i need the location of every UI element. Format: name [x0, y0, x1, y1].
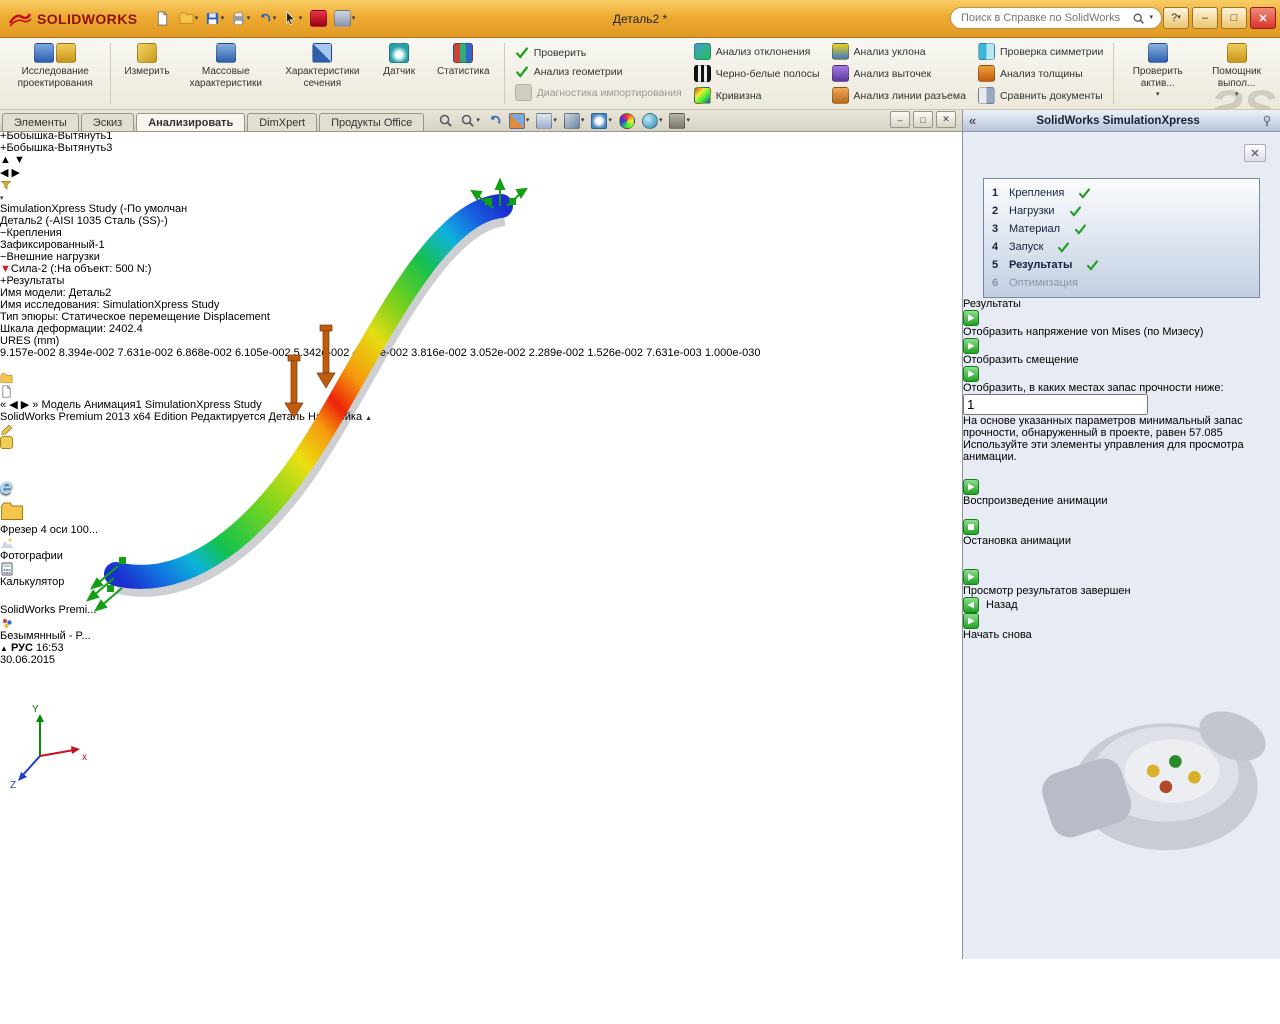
fos-threshold-input[interactable]: [963, 394, 1148, 415]
wizard-steps-list: 1 Крепления 2 Нагрузки 3 Материал 4 Запуск 5…: [983, 178, 1260, 298]
compare-documents-button[interactable]: Сравнить документы: [977, 87, 1103, 104]
check-active-icon: [1147, 43, 1168, 63]
show-von-mises-link[interactable]: Отобразить напряжение von Mises (по Мизе…: [963, 310, 1280, 338]
pushpin-icon[interactable]: [1260, 114, 1274, 128]
close-button[interactable]: ✕: [1250, 7, 1276, 29]
step-material[interactable]: 3 Материал: [992, 220, 1251, 238]
stop-icon: [963, 519, 979, 535]
caret-icon: ▾: [1177, 14, 1181, 21]
doc-close-button[interactable]: ✕: [936, 111, 956, 128]
results-pane-body: Результаты Отобразить напряжение von Mis…: [963, 298, 1280, 641]
search-icon: [1132, 12, 1145, 25]
minimize-icon: –: [1201, 12, 1209, 24]
play-icon: [963, 479, 979, 495]
document-window-controls: – □ ✕: [890, 111, 962, 131]
green-arrow-icon: [963, 569, 979, 585]
analysis-advisor-icon: [1226, 43, 1247, 63]
window-controls: ? ▾ – □ ✕: [1163, 7, 1276, 29]
check-active-document-button[interactable]: Проверить актив... ▾: [1118, 41, 1197, 106]
search-caret-icon: ▾: [1149, 14, 1153, 21]
thickness-analysis-button[interactable]: Анализ толщины: [977, 65, 1103, 82]
triad-x-label: x: [82, 752, 87, 763]
show-displacement-link[interactable]: Отобразить смещение: [963, 338, 1280, 366]
restart-button[interactable]: Начать снова: [963, 613, 1280, 641]
step-complete-check-icon: [1078, 187, 1091, 200]
show-factor-of-safety-row[interactable]: Отобразить, в каких местах запас прочнос…: [963, 366, 1280, 415]
play-animation-button[interactable]: Воспроизведение анимации: [963, 479, 1280, 507]
simulationxpress-task-pane: « SolidWorks SimulationXpress ✕ 1 Креплен…: [962, 110, 1280, 959]
draft-analysis-button[interactable]: Анализ уклона: [831, 43, 966, 60]
solidworks-window: SOLIDWORKS ▾ ▾ ▾ ▾ ▾ ▾ Деталь2 * ▾ ?▾ – …: [0, 0, 1280, 1024]
caret-icon: ▾: [1155, 91, 1160, 98]
step-complete-check-icon: [1069, 205, 1082, 218]
back-arrow-icon: [963, 597, 979, 613]
help-search-input[interactable]: [959, 11, 1129, 25]
undercut-analysis-icon: [831, 65, 849, 82]
green-arrow-icon: [963, 366, 979, 382]
triad-z-label: Z: [10, 780, 16, 791]
doc-restore-button[interactable]: □: [913, 111, 933, 128]
compare-documents-icon: [977, 87, 995, 104]
step-loads[interactable]: 2 Нагрузки: [992, 202, 1251, 220]
step-complete-check-icon: [1057, 241, 1070, 254]
task-pane-header: « SolidWorks SimulationXpress: [963, 110, 1280, 132]
minimize-button[interactable]: –: [1192, 7, 1218, 29]
green-arrow-icon: [963, 310, 979, 326]
wizard-close-button[interactable]: ✕: [1244, 144, 1266, 162]
wizard-navigation-row: Назад Начать снова: [963, 597, 1280, 641]
step-complete-check-icon: [1074, 223, 1087, 236]
fos-result-text: На основе указанных параметров минимальн…: [963, 415, 1243, 439]
stop-animation-button[interactable]: Остановка анимации: [963, 519, 1280, 547]
step-results[interactable]: 5 Результаты: [992, 256, 1251, 274]
parting-line-button[interactable]: Анализ линии разъема: [831, 87, 966, 104]
symmetry-check-icon: [977, 43, 995, 60]
triad-y-label: Y: [32, 704, 39, 715]
help-button[interactable]: ? ▾: [1163, 7, 1189, 29]
collapse-pane-button[interactable]: «: [969, 113, 976, 128]
draft-analysis-column: Анализ уклона Анализ выточек Анализ лини…: [826, 41, 972, 106]
undercut-analysis-button[interactable]: Анализ выточек: [831, 65, 966, 82]
draft-analysis-icon: [831, 43, 849, 60]
green-arrow-icon: [963, 338, 979, 354]
step-complete-check-icon: [1086, 259, 1099, 272]
restart-arrow-icon: [963, 613, 979, 629]
maximize-button[interactable]: □: [1221, 7, 1247, 29]
ribbon-separator: [1113, 43, 1115, 104]
back-button[interactable]: Назад: [963, 597, 1280, 613]
maximize-icon: □: [1230, 12, 1238, 24]
solidworks-artwork: [1042, 711, 1266, 851]
help-search-box[interactable]: ▾: [950, 7, 1162, 29]
results-done-link[interactable]: Просмотр результатов завершен: [963, 569, 1280, 597]
task-pane-title: SolidWorks SimulationXpress: [1036, 114, 1200, 127]
analysis-advisor-button[interactable]: Помощник выпол... ▾: [1197, 41, 1276, 106]
step-optimization: 6 Оптимизация: [992, 277, 1078, 289]
symmetry-check-button[interactable]: Проверка симметрии: [977, 43, 1103, 60]
results-section-title: Результаты: [963, 298, 1021, 310]
step-run[interactable]: 4 Запуск: [992, 238, 1251, 256]
caret-icon: ▾: [1234, 91, 1239, 98]
doc-minimize-button[interactable]: –: [890, 111, 910, 128]
step-fixtures[interactable]: 1 Крепления: [992, 184, 1251, 202]
compare-column: Проверка симметрии Анализ толщины Сравни…: [972, 41, 1109, 106]
parting-line-icon: [831, 87, 849, 104]
close-icon: ✕: [1258, 12, 1268, 25]
reference-triad: Y x Z: [10, 704, 87, 791]
thickness-analysis-icon: [977, 65, 995, 82]
animation-hint-text: Используйте эти элементы управления для …: [963, 439, 1244, 463]
model-render: Y x Z: [10, 177, 528, 791]
